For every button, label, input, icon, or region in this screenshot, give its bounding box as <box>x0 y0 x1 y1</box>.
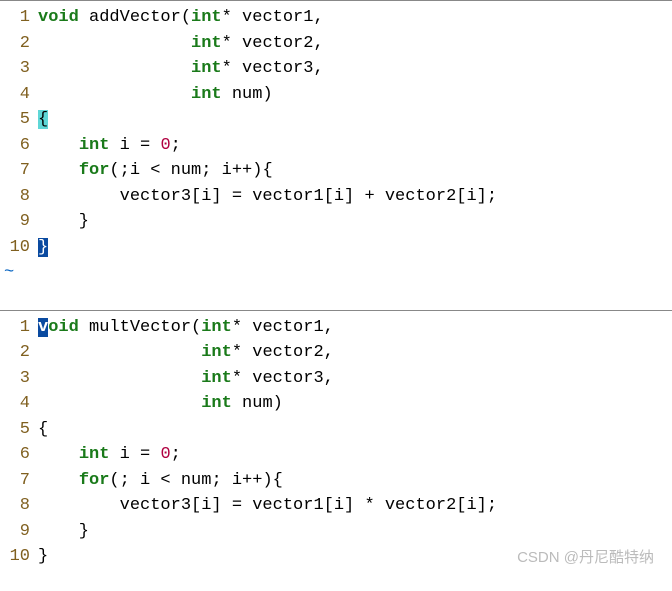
keyword-oid: oid <box>48 318 79 337</box>
keyword-int: int <box>201 343 232 362</box>
keyword-int: int <box>191 59 222 78</box>
line-number: 10 <box>0 544 38 570</box>
brace-close: } <box>38 547 48 566</box>
keyword-int: int <box>191 8 222 27</box>
brace-close: } <box>38 522 89 541</box>
code-line: 2 int* vector2, <box>0 31 672 57</box>
param: num) <box>222 85 273 104</box>
code-line: 7 for(; i < num; i++){ <box>0 468 672 494</box>
brace-open-highlighted: { <box>38 110 48 129</box>
code-line: 5{ <box>0 417 672 443</box>
keyword-int: int <box>201 369 232 388</box>
line-number: 5 <box>0 107 38 133</box>
code-line: 3 int* vector3, <box>0 366 672 392</box>
line-number: 9 <box>0 209 38 235</box>
vim-tilde: ~ <box>0 260 672 286</box>
semicolon: ; <box>171 136 181 155</box>
keyword-for: for <box>79 471 110 490</box>
code-editor-addvector: 1void addVector(int* vector1, 2 int* vec… <box>0 0 672 290</box>
line-number: 7 <box>0 468 38 494</box>
code-line: 6 int i = 0; <box>0 133 672 159</box>
brace-close: } <box>38 212 89 231</box>
code-line: 9 } <box>0 209 672 235</box>
pointer-star: * <box>232 318 242 337</box>
text: i = <box>109 136 160 155</box>
line-number: 4 <box>0 391 38 417</box>
cursor-on-v: v <box>38 318 48 337</box>
for-condition: (; i < num; i++){ <box>109 471 282 490</box>
line-number: 10 <box>0 235 38 261</box>
code-line: 5{ <box>0 107 672 133</box>
code-line: 7 for(;i < num; i++){ <box>0 158 672 184</box>
line-number: 1 <box>0 315 38 341</box>
literal-zero: 0 <box>160 445 170 464</box>
param: vector1, <box>232 8 324 27</box>
text: i = <box>109 445 160 464</box>
watermark-text: CSDN @丹尼酷特纳 <box>517 547 654 570</box>
line-number: 5 <box>0 417 38 443</box>
line-number: 4 <box>0 82 38 108</box>
code-line: 8 vector3[i] = vector1[i] * vector2[i]; <box>0 493 672 519</box>
code-line: 1void multVector(int* vector1, <box>0 315 672 341</box>
line-number: 3 <box>0 366 38 392</box>
code-line: 4 int num) <box>0 391 672 417</box>
line-number: 6 <box>0 133 38 159</box>
keyword-void: void <box>38 8 79 27</box>
param: vector2, <box>242 343 334 362</box>
param: vector3, <box>232 59 324 78</box>
code-line: 4 int num) <box>0 82 672 108</box>
line-number: 9 <box>0 519 38 545</box>
loop-body: vector3[i] = vector1[i] * vector2[i]; <box>38 496 497 515</box>
code-line: 1void addVector(int* vector1, <box>0 5 672 31</box>
code-line: 6 int i = 0; <box>0 442 672 468</box>
code-line: 8 vector3[i] = vector1[i] + vector2[i]; <box>0 184 672 210</box>
editor-gap <box>0 290 672 310</box>
for-condition: (;i < num; i++){ <box>109 161 272 180</box>
line-number: 1 <box>0 5 38 31</box>
brace-close-cursor: } <box>38 238 48 257</box>
code-line: 9 } <box>0 519 672 545</box>
function-name: multVector( <box>79 318 201 337</box>
indent <box>38 445 79 464</box>
literal-zero: 0 <box>160 136 170 155</box>
keyword-int: int <box>79 445 110 464</box>
line-number: 8 <box>0 184 38 210</box>
line-number: 7 <box>0 158 38 184</box>
loop-body: vector3[i] = vector1[i] + vector2[i]; <box>38 187 497 206</box>
line-number: 3 <box>0 56 38 82</box>
keyword-int: int <box>191 85 222 104</box>
line-number: 6 <box>0 442 38 468</box>
code-editor-multvector: 1void multVector(int* vector1, 2 int* ve… <box>0 310 672 574</box>
code-line: 2 int* vector2, <box>0 340 672 366</box>
keyword-for: for <box>79 161 110 180</box>
line-number: 2 <box>0 31 38 57</box>
keyword-int: int <box>201 318 232 337</box>
keyword-int: int <box>191 34 222 53</box>
pointer-star: * <box>222 59 232 78</box>
brace-open: { <box>38 420 48 439</box>
semicolon: ; <box>171 445 181 464</box>
pointer-star: * <box>222 34 232 53</box>
param: vector3, <box>242 369 334 388</box>
pointer-star: * <box>232 343 242 362</box>
function-name: addVector( <box>79 8 191 27</box>
pointer-star: * <box>232 369 242 388</box>
param: vector1, <box>242 318 334 337</box>
keyword-int: int <box>201 394 232 413</box>
param: vector2, <box>232 34 324 53</box>
line-number: 8 <box>0 493 38 519</box>
code-line: 3 int* vector3, <box>0 56 672 82</box>
pointer-star: * <box>222 8 232 27</box>
line-number: 2 <box>0 340 38 366</box>
code-line: 10} <box>0 235 672 261</box>
indent <box>38 136 79 155</box>
keyword-int: int <box>79 136 110 155</box>
param: num) <box>232 394 283 413</box>
